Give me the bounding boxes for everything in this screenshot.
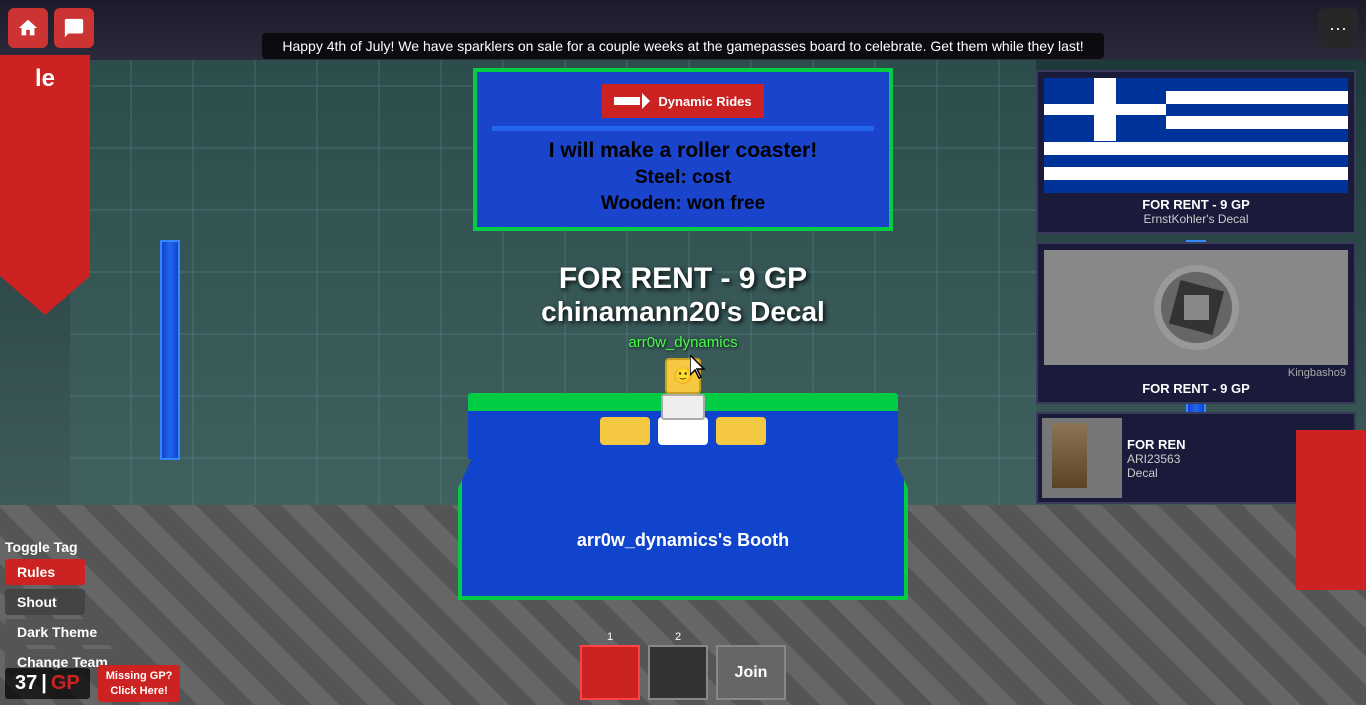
team1-container: 1 [580,631,640,700]
sign-logo: Dynamic Rides [602,84,763,118]
sign-line1: I will make a roller coaster! [492,139,874,163]
sign-text: I will make a roller coaster! Steel: cos… [492,139,874,215]
decal-name: chinamann20's Decal [483,296,883,328]
right-banner [1296,430,1366,590]
for-rent-text: FOR RENT - 9 GP [483,262,883,296]
roblox-top-icons [8,8,94,48]
decal-card-3-text: FOR REN ARI23563 Decal [1127,437,1186,480]
chat-icon [63,17,85,39]
kingbasho-label: Kingbasho9 [1044,365,1348,381]
menu-button[interactable]: ··· [1318,8,1358,48]
home-icon [17,17,39,39]
decal-card-3-title: FOR REN [1127,437,1186,452]
player-nametag: arr0w_dynamics [483,334,883,351]
decal-card-2-title: FOR RENT - 9 GP [1044,381,1348,396]
sign-board: Dynamic Rides I will make a roller coast… [473,68,893,231]
team2-button[interactable] [648,645,708,700]
pole-left [160,240,180,460]
left-banner: le [0,55,90,315]
counter-block-1 [600,417,650,445]
missing-gp-line2: Click Here! [106,684,173,698]
announcement-text: Happy 4th of July! We have sparklers on … [262,33,1103,59]
gp-label: GP [51,672,80,695]
decal-card-1-subtitle: ErnstKohler's Decal [1044,212,1348,226]
player-character: 🙂 [661,358,705,420]
for-rent-overlay: FOR RENT - 9 GP chinamann20's Decal arr0… [483,262,883,351]
team2-number: 2 [675,631,681,643]
sign-line2: Steel: cost [492,167,874,189]
dark-theme-button[interactable]: Dark Theme [5,619,115,645]
player-face: 🙂 [673,366,693,386]
player-head: 🙂 [665,358,701,394]
booth-name-label: arr0w_dynamics's Booth [577,530,789,551]
decal-card-2: Kingbasho9 FOR RENT - 9 GP [1036,242,1356,404]
bottom-center-buttons: 1 2 Join [580,631,786,700]
left-ui-panel: Toggle Tag Rules Shout Dark Theme Change… [5,539,135,675]
team1-number: 1 [607,631,613,643]
emblem-inner [1168,280,1223,335]
decal-card-3-subtitle: ARI23563 [1127,452,1186,466]
bottom-left-area: 37 | GP Missing GP? Click Here! [5,665,180,702]
team1-icon [592,655,628,691]
shout-button[interactable]: Shout [5,589,85,615]
arrow-icon [614,89,650,113]
decal-card-1: FOR RENT - 9 GP ErnstKohler's Decal [1036,70,1356,234]
gp-number: 37 [15,672,37,695]
sign-logo-text: Dynamic Rides [658,94,751,109]
announcement-bar: Happy 4th of July! We have sparklers on … [0,38,1366,56]
toggle-tag-label: Toggle Tag [5,539,135,555]
player-body [661,394,705,420]
roblox-emblem [1154,265,1239,350]
game-viewport: le ··· Happy 4th of July! We have sparkl… [0,0,1366,705]
decal-image-roblox [1044,250,1348,365]
decal-image-greek-flag [1044,78,1348,193]
decal-image-soldier [1042,418,1122,498]
roblox-home-button[interactable] [8,8,48,48]
top-right-menu: ··· [1318,8,1358,48]
gp-separator: | [41,672,47,695]
gp-counter: 37 | GP [5,668,90,699]
decal-card-3-extra: Decal [1127,466,1186,480]
booth-base: arr0w_dynamics's Booth [458,440,908,600]
counter-block-2 [658,417,708,445]
join-button[interactable]: Join [716,645,786,700]
team2-container: 2 [648,631,708,700]
missing-gp-button[interactable]: Missing GP? Click Here! [98,665,181,702]
roblox-chat-button[interactable] [54,8,94,48]
counter-block-3 [716,417,766,445]
banner-text: le [0,55,90,103]
missing-gp-line1: Missing GP? [106,669,173,683]
team1-button[interactable] [580,645,640,700]
sign-line3: Wooden: won free [492,193,874,215]
decal-card-1-title: FOR RENT - 9 GP [1044,197,1348,212]
emblem-square [1184,295,1209,320]
rules-button[interactable]: Rules [5,559,85,585]
